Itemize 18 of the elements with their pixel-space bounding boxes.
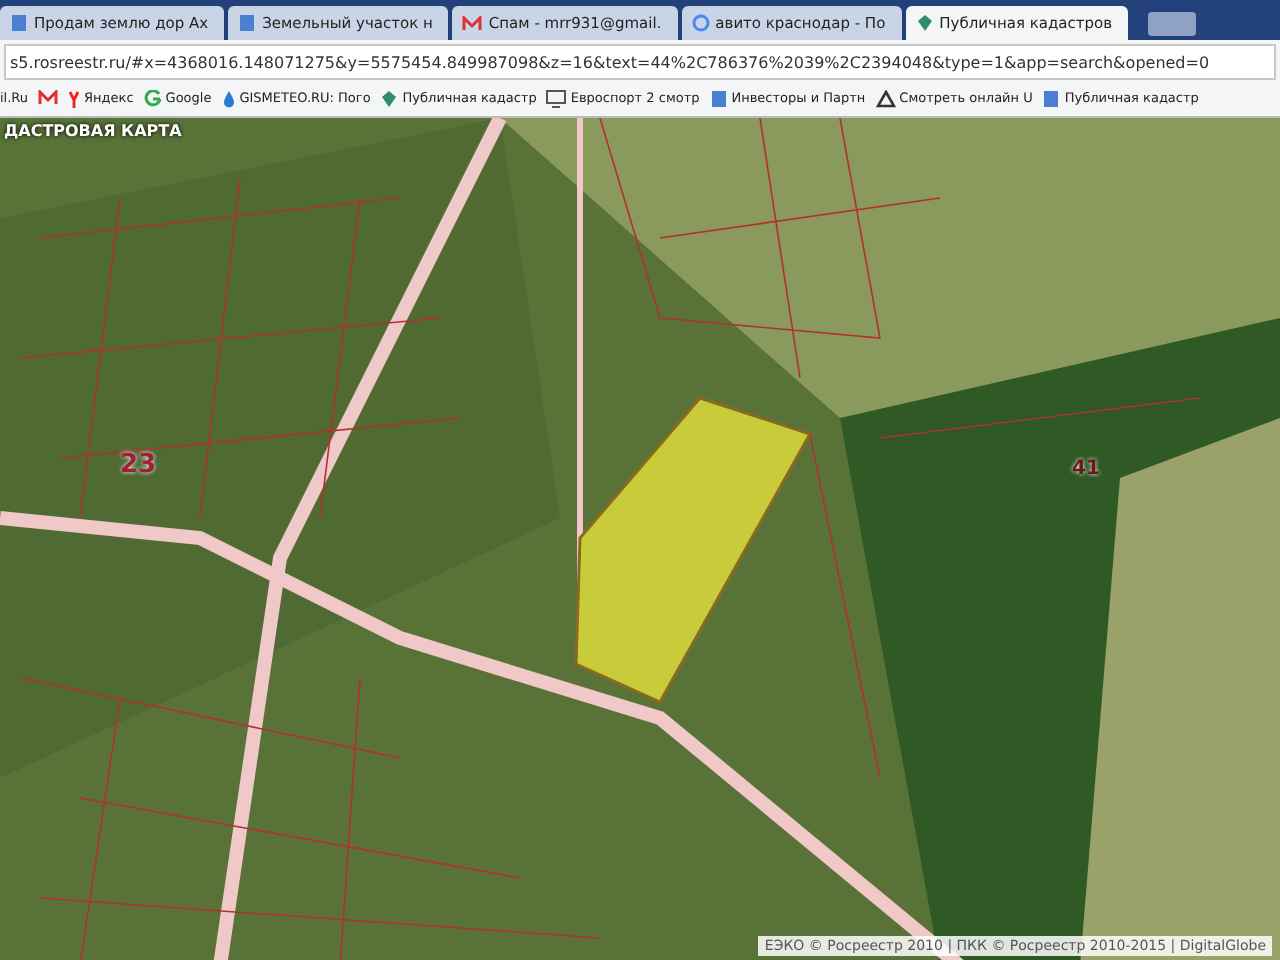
- map-pin-icon: [380, 89, 399, 107]
- page-icon: [709, 89, 728, 107]
- page-icon: [10, 14, 28, 32]
- monitor-icon: [546, 89, 567, 107]
- quarter-number: 41: [1072, 458, 1100, 480]
- quarter-number: 23: [120, 450, 157, 480]
- map-title: ДАСТРОВАЯ КАРТА: [4, 122, 182, 140]
- address-field[interactable]: s5.rosreestr.ru/#x=4368016.148071275&y=5575454.849987098&z=16&text=44%2C786376%2039%2C2394048&type=1&app=search&opened=0: [4, 44, 1276, 80]
- mail-icon: [38, 90, 59, 106]
- bookmark-icon-button[interactable]: [38, 90, 59, 106]
- letter-icon: [68, 89, 81, 107]
- drop-icon: [221, 89, 236, 107]
- map-pin-icon: [915, 14, 934, 32]
- page-icon: [1042, 89, 1061, 107]
- mail-icon: [462, 15, 483, 31]
- triangle-icon: [875, 89, 896, 107]
- page-icon: [238, 14, 257, 32]
- new-tab-button[interactable]: [1148, 12, 1197, 36]
